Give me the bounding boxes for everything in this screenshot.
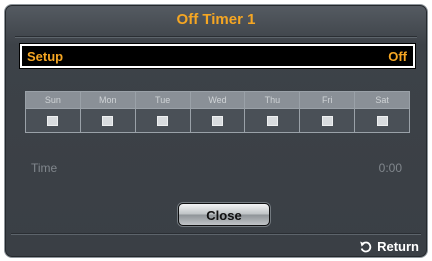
day-name: Sun [26,92,80,109]
day-wed[interactable]: Wed [190,92,246,132]
day-tue[interactable]: Tue [135,92,191,132]
day-checkbox[interactable] [376,115,388,126]
return-button[interactable]: Return [359,239,419,254]
day-name: Fri [300,92,355,109]
day-name: Wed [190,92,245,109]
day-name: Tue [135,92,190,109]
day-selector: Sun Mon Tue Wed Thu Fri Sat [25,91,410,133]
day-checkbox[interactable] [157,115,169,126]
day-name: Mon [80,92,135,109]
day-checkbox[interactable] [212,115,223,126]
time-value[interactable]: 0:00 [379,161,402,175]
return-label: Return [377,239,419,254]
day-checkbox[interactable] [321,115,333,126]
setup-value: Off [388,49,407,64]
day-checkbox[interactable] [102,115,114,126]
day-sat[interactable]: Sat [355,92,410,132]
footer-divider [11,233,421,235]
title-divider [15,36,417,38]
day-checkbox[interactable] [266,115,278,126]
day-name: Sat [355,92,410,109]
day-thu[interactable]: Thu [245,92,301,132]
setup-row[interactable]: Setup Off [20,44,415,68]
day-sun[interactable]: Sun [26,92,81,132]
setup-label: Setup [27,49,64,64]
close-button[interactable]: Close [178,203,270,226]
day-name: Thu [245,92,300,109]
time-label: Time [31,161,58,175]
off-timer-dialog: Off Timer 1 Setup Off Sun Mon Tue Wed Th… [4,4,428,258]
day-fri[interactable]: Fri [300,92,356,132]
day-checkbox[interactable] [47,115,59,126]
return-arrow-icon [360,241,372,252]
day-mon[interactable]: Mon [80,92,136,132]
dialog-title: Off Timer 1 [176,11,256,28]
